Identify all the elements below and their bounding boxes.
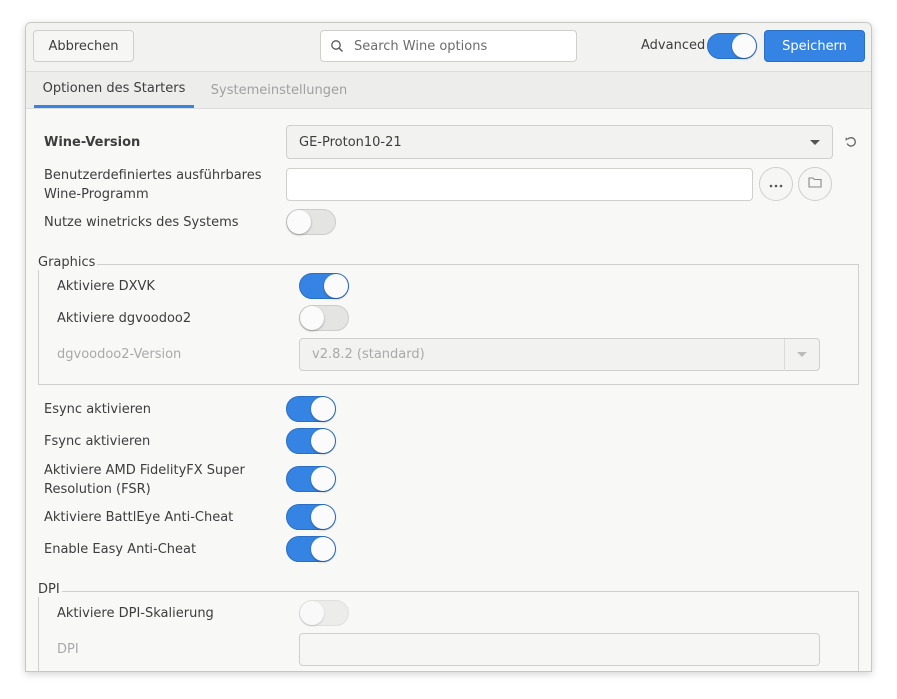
battleye-switch[interactable] <box>286 504 336 530</box>
tab-bar: Optionen des Starters Systemeinstellunge… <box>26 72 871 109</box>
wine-version-value: GE-Proton10-21 <box>299 134 402 150</box>
dpi-scaling-switch[interactable] <box>299 600 349 626</box>
custom-exe-input[interactable] <box>286 168 753 201</box>
tab-launcher-options[interactable]: Optionen des Starters <box>34 72 194 108</box>
reset-icon[interactable] <box>844 135 858 153</box>
dgvoodoo2-version-label: dgvoodoo2-Version <box>57 347 182 362</box>
combo-separator <box>784 338 785 371</box>
dpi-frame-title: DPI <box>38 582 62 597</box>
fsr-label: Aktiviere AMD FidelityFX Super Resolutio… <box>44 463 245 497</box>
search-icon <box>330 39 344 53</box>
wine-version-label: Wine-Version <box>44 135 141 150</box>
advanced-switch[interactable] <box>707 33 757 59</box>
custom-exe-label: Benutzerdefiniertes ausführbares Wine-Pr… <box>44 168 262 202</box>
dxvk-switch[interactable] <box>299 273 349 299</box>
dgvoodoo2-label: Aktiviere dgvoodoo2 <box>57 311 192 326</box>
fsync-switch[interactable] <box>286 428 336 454</box>
open-folder-button[interactable] <box>798 167 832 201</box>
cancel-button[interactable]: Abbrechen <box>33 30 134 62</box>
dpi-input[interactable] <box>299 633 820 666</box>
dgvoodoo2-version-dropdown[interactable]: v2.8.2 (standard) <box>299 338 820 371</box>
dpi-scaling-label: Aktiviere DPI-Skalierung <box>57 606 214 621</box>
wine-version-dropdown[interactable]: GE-Proton10-21 <box>286 125 833 159</box>
ellipsis-icon <box>769 177 783 192</box>
winetricks-switch[interactable] <box>286 209 336 235</box>
easy-anticheat-switch[interactable] <box>286 536 336 562</box>
chevron-down-icon <box>810 139 820 145</box>
browse-button[interactable] <box>759 167 793 201</box>
fsr-switch[interactable] <box>286 466 336 492</box>
esync-switch[interactable] <box>286 396 336 422</box>
search-box[interactable] <box>320 30 577 62</box>
folder-icon <box>808 176 822 192</box>
easy-anticheat-label: Enable Easy Anti-Cheat <box>44 542 197 557</box>
graphics-frame-title: Graphics <box>38 255 98 270</box>
search-input[interactable] <box>352 37 556 55</box>
chevron-down-icon <box>797 352 807 357</box>
battleye-label: Aktiviere BattlEye Anti-Cheat <box>44 510 234 525</box>
dpi-label: DPI <box>57 642 79 657</box>
fsync-label: Fsync aktivieren <box>44 434 151 449</box>
winetricks-label: Nutze winetricks des Systems <box>44 215 239 230</box>
dgvoodoo2-version-value: v2.8.2 (standard) <box>312 347 425 362</box>
dxvk-label: Aktiviere DXVK <box>57 279 155 294</box>
esync-label: Esync aktivieren <box>44 402 152 417</box>
tab-system-settings[interactable]: Systemeinstellungen <box>204 72 354 108</box>
save-button[interactable]: Speichern <box>764 30 865 62</box>
advanced-label: Advanced <box>641 38 706 53</box>
wine-settings-window: Abbrechen Advanced Speichern Optionen de… <box>25 22 872 672</box>
header-bar: Abbrechen Advanced Speichern <box>26 23 871 72</box>
dgvoodoo2-switch[interactable] <box>299 305 349 331</box>
